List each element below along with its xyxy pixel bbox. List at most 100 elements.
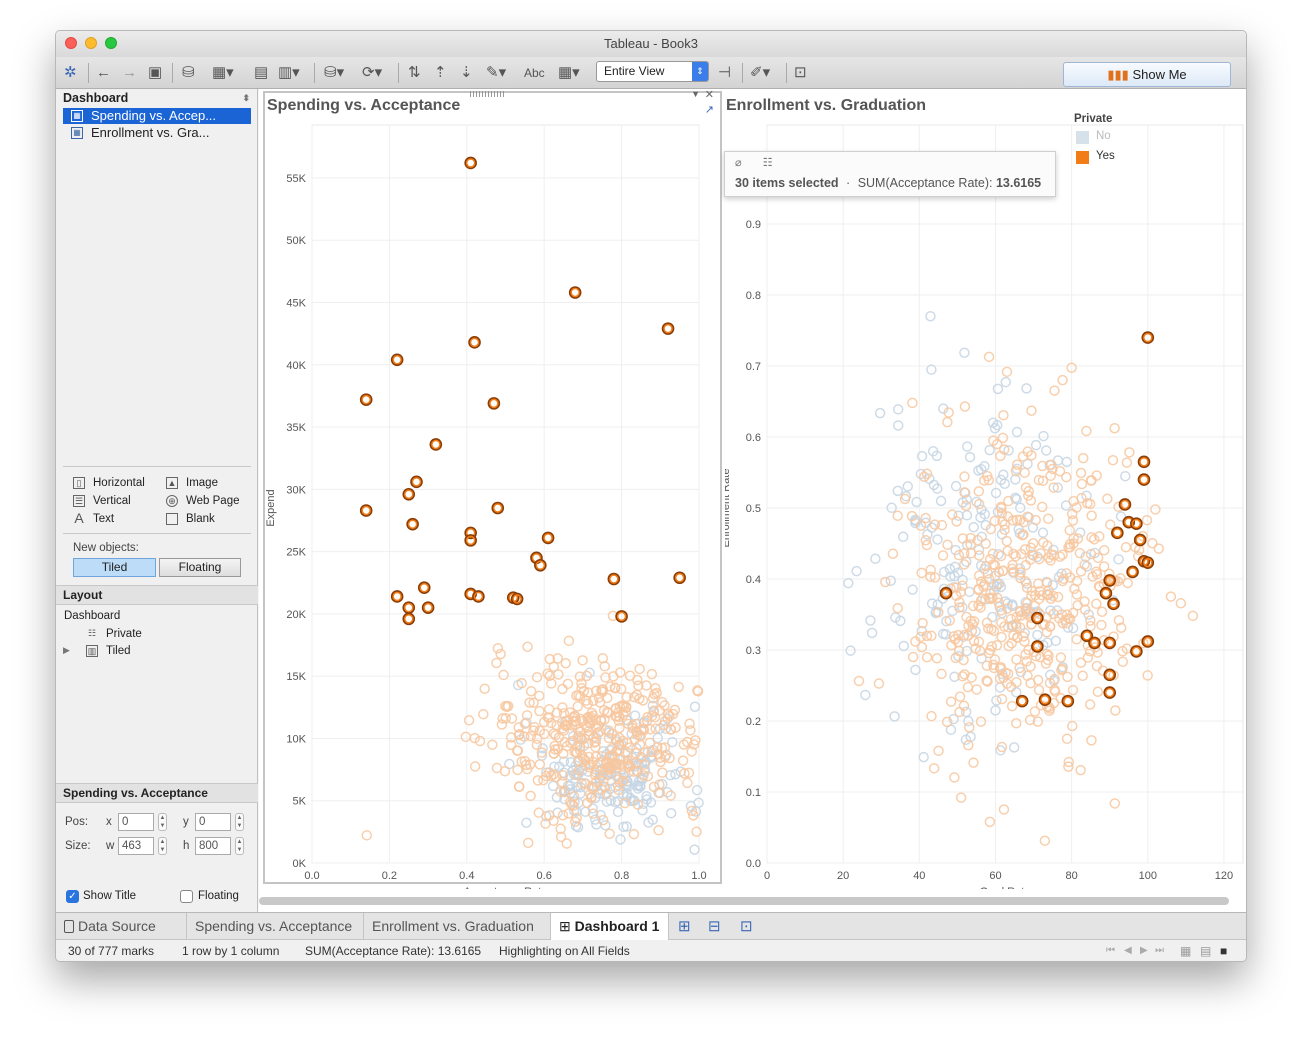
new-dashboard-tab-icon[interactable]: ⊟ <box>708 917 721 937</box>
object-text[interactable]: A Text <box>73 511 114 527</box>
sheet-nav-first-icon[interactable]: ⏮ <box>1106 940 1115 961</box>
faded-mark-yes <box>907 651 919 663</box>
remove-sheet-icon[interactable]: ✕ <box>705 88 714 101</box>
view-size-value: Entire View <box>604 64 665 78</box>
faded-mark-no <box>1050 635 1062 647</box>
selected-item-header: Spending vs. Acceptance <box>56 783 258 803</box>
faded-mark-yes <box>1187 610 1199 622</box>
new-story-tab-icon[interactable]: ⊡ <box>740 917 753 937</box>
legend-item-no[interactable]: No <box>1074 128 1112 148</box>
tab-spending[interactable]: Spending vs. Acceptance <box>187 913 364 940</box>
horizontal-container-icon: ▯ <box>73 477 85 489</box>
height-input[interactable]: 800 <box>195 837 231 855</box>
horizontal-scrollbar[interactable] <box>259 897 1229 905</box>
width-stepper[interactable]: ▲ ▼ <box>158 837 167 855</box>
tiled-button[interactable]: Tiled <box>73 558 156 577</box>
faded-mark-no <box>691 784 703 796</box>
view-data-icon[interactable]: ☷ <box>763 157 773 169</box>
layout-tree-tiled[interactable]: ▥ Tiled <box>86 643 131 659</box>
sheet-menu-icon[interactable]: ▼ <box>691 89 700 99</box>
back-icon[interactable]: ← <box>96 63 111 83</box>
new-worksheet-tab-icon[interactable]: ⊞ <box>678 917 691 937</box>
refresh-icon[interactable]: ⟳▾ <box>362 63 382 83</box>
y-tick-label: 0.8 <box>746 290 761 302</box>
x-tick-label: 80 <box>1066 870 1078 882</box>
show-mark-labels-button[interactable]: Abc <box>524 63 545 83</box>
tabs-view-icon[interactable]: ■ <box>1220 940 1227 961</box>
x-tick-label: 0.0 <box>304 870 319 882</box>
object-vertical[interactable]: ☰ Vertical <box>73 493 131 509</box>
expand-triangle-icon[interactable]: ▶ <box>63 645 70 656</box>
forward-icon[interactable]: → <box>122 63 137 83</box>
spending-scatter[interactable]: 0.0 0.2 0.4 0.6 0.8 1.0 0K 5K 10K 15K 20K 25K 30K 35K… <box>265 119 720 889</box>
new-worksheet-icon[interactable]: ▦▾ <box>212 63 234 83</box>
highlight-icon[interactable]: ✎▾ <box>486 63 506 83</box>
sheet-nav-prev-icon[interactable]: ◀ <box>1124 940 1132 961</box>
tab-dashboard[interactable]: ⊞ Dashboard 1 <box>551 913 669 940</box>
sheet-nav-last-icon[interactable]: ⏭ <box>1155 940 1164 961</box>
faded-mark-yes <box>531 671 543 683</box>
sheet-item-enrollment[interactable]: ▦ Enrollment vs. Gra... <box>63 125 251 141</box>
filmstrip-icon[interactable]: ▤ <box>1200 940 1211 961</box>
tab-data-source[interactable]: Data Source <box>56 913 187 940</box>
object-blank[interactable]: Blank <box>166 511 215 527</box>
enrollment-scatter[interactable]: 0 20 40 60 80 100 120 0.0 0.1 0.2 0.3 0.4 0.5 0.6 0.7 0… <box>725 119 1247 889</box>
sheet-sorter-icon[interactable]: ▦ <box>1180 940 1191 961</box>
faded-mark-yes <box>916 567 927 579</box>
view-size-select[interactable]: Entire View ⇕ <box>596 61 709 82</box>
paperclip-icon[interactable]: ⌀ <box>735 157 742 169</box>
floating-checkbox[interactable] <box>180 890 193 903</box>
sort-descending-icon[interactable]: ⇣ <box>460 63 473 83</box>
save-icon[interactable]: ▣ <box>148 63 162 83</box>
layout-tree-root[interactable]: Dashboard <box>64 610 120 622</box>
sort-ascending-icon[interactable]: ⇡ <box>434 63 447 83</box>
show-me-button[interactable]: ▮▮▮ Show Me <box>1063 62 1231 87</box>
drag-handle[interactable] <box>470 91 506 97</box>
go-to-sheet-icon[interactable]: ↗ <box>705 103 714 116</box>
sheet-nav-next-icon[interactable]: ▶ <box>1140 940 1148 961</box>
pos-x-input[interactable]: 0 <box>118 813 154 831</box>
pos-y-input[interactable]: 0 <box>195 813 231 831</box>
zoom-window-button[interactable] <box>105 37 117 49</box>
close-window-button[interactable] <box>65 37 77 49</box>
layout-tree-private[interactable]: ☷ Private <box>86 626 142 642</box>
sheet-item-spending[interactable]: ▦ Spending vs. Accep... <box>63 108 251 124</box>
presentation-mode-icon[interactable]: ⊡ <box>794 63 807 83</box>
faded-mark-yes <box>1150 504 1161 515</box>
object-web-page[interactable]: ⊕ Web Page <box>166 493 240 509</box>
selected-mark-inner <box>1082 631 1092 641</box>
height-stepper[interactable]: ▲ ▼ <box>235 837 244 855</box>
tableau-logo-icon[interactable]: ✲ <box>64 63 77 83</box>
panel-menu-icon[interactable]: ⬍ <box>242 89 250 107</box>
faded-mark-yes <box>499 765 511 777</box>
faded-mark-yes <box>487 739 498 750</box>
tab-enrollment[interactable]: Enrollment vs. Graduation <box>364 913 551 940</box>
width-input[interactable]: 463 <box>118 837 154 855</box>
show-title-checkbox[interactable]: ✓ <box>66 890 79 903</box>
legend-item-yes[interactable]: Yes <box>1074 148 1115 168</box>
faded-mark-no <box>689 701 701 713</box>
object-horizontal[interactable]: ▯ Horizontal <box>73 475 145 491</box>
faded-mark-yes <box>1066 508 1078 520</box>
faded-mark-yes <box>1175 598 1187 609</box>
floating-button[interactable]: Floating <box>159 558 241 577</box>
fix-axes-icon[interactable]: ⊣ <box>718 63 731 83</box>
pause-updates-icon[interactable]: ⛁▾ <box>324 63 344 83</box>
clear-sheet-icon[interactable]: ▥▾ <box>278 63 300 83</box>
minimize-window-button[interactable] <box>85 37 97 49</box>
pos-y-stepper[interactable]: ▲ ▼ <box>235 813 244 831</box>
faded-mark-yes <box>937 550 949 561</box>
duplicate-sheet-icon[interactable]: ▤ <box>254 63 268 83</box>
fit-icon[interactable]: ▦▾ <box>558 63 580 83</box>
faded-mark-no <box>1113 554 1124 565</box>
pos-x-stepper[interactable]: ▲ ▼ <box>158 813 167 831</box>
faded-mark-yes <box>973 498 985 510</box>
object-image[interactable]: ▲ Image <box>166 475 218 491</box>
swap-icon[interactable]: ⇅ <box>408 63 421 83</box>
faded-mark-yes <box>479 683 490 694</box>
faded-mark-yes <box>951 516 962 527</box>
y-tick-label: 0.6 <box>746 432 761 444</box>
new-data-source-icon[interactable]: ⛁ <box>182 63 195 83</box>
format-workbook-icon[interactable]: ✐▾ <box>750 63 770 83</box>
private-legend[interactable]: Private No Yes <box>1074 113 1115 168</box>
